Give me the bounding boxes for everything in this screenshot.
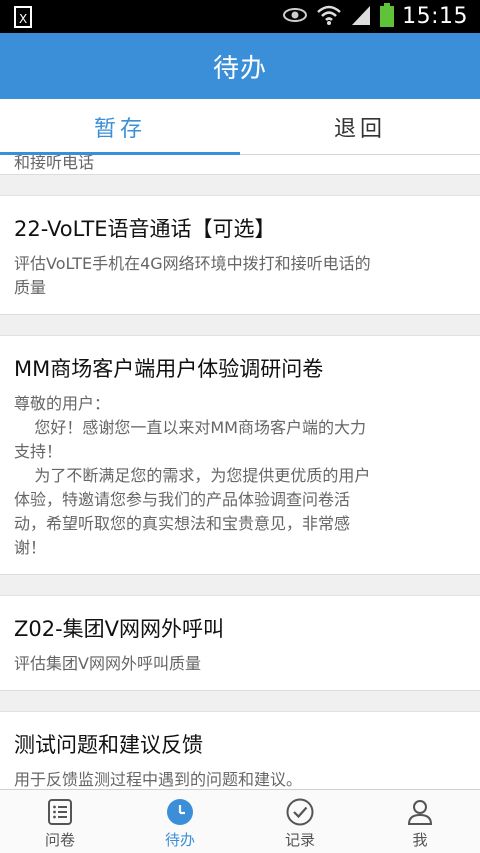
status-time: 15:15 [402,4,468,29]
check-circle-icon [286,798,314,826]
list-item[interactable]: 测试问题和建议反馈 用于反馈监测过程中遇到的问题和建议。 [0,711,480,789]
divider [0,575,480,595]
tab-bar: 暂存 退回 [0,99,480,156]
person-icon [406,798,434,826]
eye-icon [282,6,308,28]
wifi-icon [316,4,342,30]
divider [0,175,480,195]
list-item[interactable]: Z02-集团V网网外呼叫 评估集团V网网外呼叫质量 [0,595,480,691]
list-item[interactable]: MM商场客户端用户体验调研问卷 尊敬的用户： 您好！感谢您一直以来对MM商场客户… [0,335,480,575]
list-item[interactable]: 22-VoLTE语音通话【可选】 评估VoLTE手机在4G网络环境中拨打和接听电… [0,195,480,315]
list-icon [46,798,74,826]
nav-item-records[interactable]: 记录 [240,790,360,853]
nav-item-questionnaire[interactable]: 问卷 [0,790,120,853]
clock-icon [166,798,194,826]
list-item-desc: 和接听电话 [14,155,95,172]
list-item-desc: 评估集团V网网外呼叫质量 [14,654,201,673]
list-item-partial[interactable]: 和接听电话 [0,155,480,175]
list-item-title: 22-VoLTE语音通话【可选】 [14,217,276,241]
bottom-nav: 问卷 待办 记录 我 [0,789,480,853]
divider [0,691,480,711]
nav-label: 待办 [164,831,195,849]
list-item-desc: 尊敬的用户： 您好！感谢您一直以来对MM商场客户端的大力 支持！ 为了不断满足您… [14,394,371,557]
nfc-icon: X [14,6,38,28]
page-title: 待办 [212,53,267,84]
battery-icon [380,2,395,31]
divider [0,315,480,335]
task-list[interactable]: 和接听电话 22-VoLTE语音通话【可选】 评估VoLTE手机在4G网络环境中… [0,155,480,789]
signal-icon [350,4,372,30]
list-item-title: MM商场客户端用户体验调研问卷 [14,357,324,381]
nav-label: 我 [412,831,428,849]
nav-label: 问卷 [44,831,75,849]
nav-item-todo[interactable]: 待办 [120,790,240,853]
list-item-desc: 用于反馈监测过程中遇到的问题和建议。 [14,770,303,789]
list-item-title: 测试问题和建议反馈 [14,733,203,757]
nav-item-me[interactable]: 我 [360,790,480,853]
nav-label: 记录 [284,831,315,849]
tab-returned[interactable]: 退回 [240,99,480,155]
list-item-title: Z02-集团V网网外呼叫 [14,617,225,641]
tab-saved[interactable]: 暂存 [0,99,240,156]
list-item-desc: 评估VoLTE手机在4G网络环境中拨打和接听电话的 质量 [14,254,371,297]
app-bar: 待办 [0,33,480,99]
status-bar: X 15:15 [0,0,480,33]
svg-text:X: X [19,12,27,26]
